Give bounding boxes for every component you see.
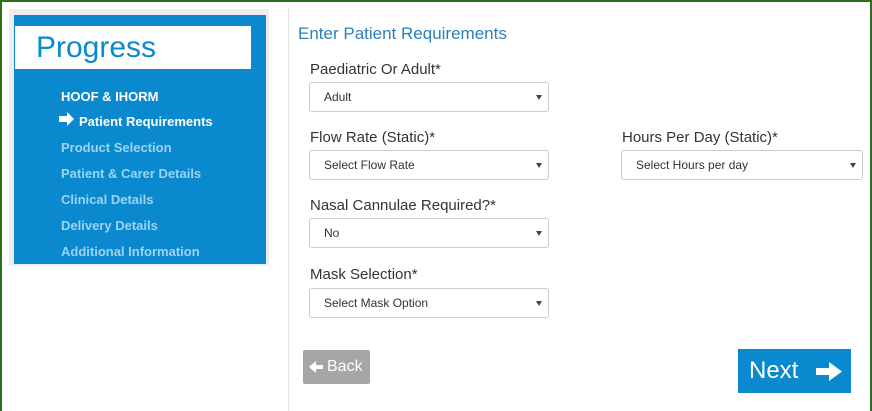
nasal-cannulae-value: No (324, 226, 340, 240)
next-button[interactable]: Next (738, 349, 851, 393)
step-product-selection[interactable]: Product Selection (61, 140, 172, 155)
step-additional-information[interactable]: Additional Information (61, 244, 200, 259)
hours-value: Select Hours per day (636, 158, 749, 172)
nasal-cannulae-label: Nasal Cannulae Required?* (310, 197, 496, 214)
step-hoof-ihorm[interactable]: HOOF & IHORM (61, 89, 159, 104)
hours-label: Hours Per Day (Static)* (622, 129, 778, 146)
paediatric-value: Adult (324, 90, 352, 104)
step-patient-carer-details[interactable]: Patient & Carer Details (61, 166, 201, 181)
mask-label: Mask Selection* (310, 266, 418, 283)
flow-rate-select[interactable]: Select Flow Rate (309, 150, 549, 180)
paediatric-select[interactable]: Adult (309, 82, 549, 112)
arrow-right-icon (59, 112, 74, 126)
arrow-left-icon (309, 361, 323, 373)
chevron-down-icon (536, 95, 542, 100)
flow-rate-value: Select Flow Rate (324, 158, 415, 172)
flow-rate-label: Flow Rate (Static)* (310, 129, 436, 146)
chevron-down-icon (536, 163, 542, 168)
chevron-down-icon (850, 163, 856, 168)
chevron-down-icon (536, 301, 542, 306)
step-patient-requirements[interactable]: Patient Requirements (79, 114, 213, 129)
back-button-label: Back (327, 358, 363, 375)
vertical-divider (288, 9, 289, 411)
next-button-label: Next (749, 357, 799, 384)
step-clinical-details[interactable]: Clinical Details (61, 192, 153, 207)
paediatric-label: Paediatric Or Adult* (310, 61, 441, 78)
nasal-cannulae-select[interactable]: No (309, 218, 549, 248)
mask-select[interactable]: Select Mask Option (309, 288, 549, 318)
step-delivery-details[interactable]: Delivery Details (61, 218, 158, 233)
page-title: Enter Patient Requirements (298, 24, 507, 43)
arrow-right-icon (816, 362, 842, 381)
back-button[interactable]: Back (303, 350, 370, 384)
mask-value: Select Mask Option (324, 296, 429, 310)
hours-select[interactable]: Select Hours per day (621, 150, 863, 180)
chevron-down-icon (536, 231, 542, 236)
progress-title: Progress (14, 25, 252, 70)
